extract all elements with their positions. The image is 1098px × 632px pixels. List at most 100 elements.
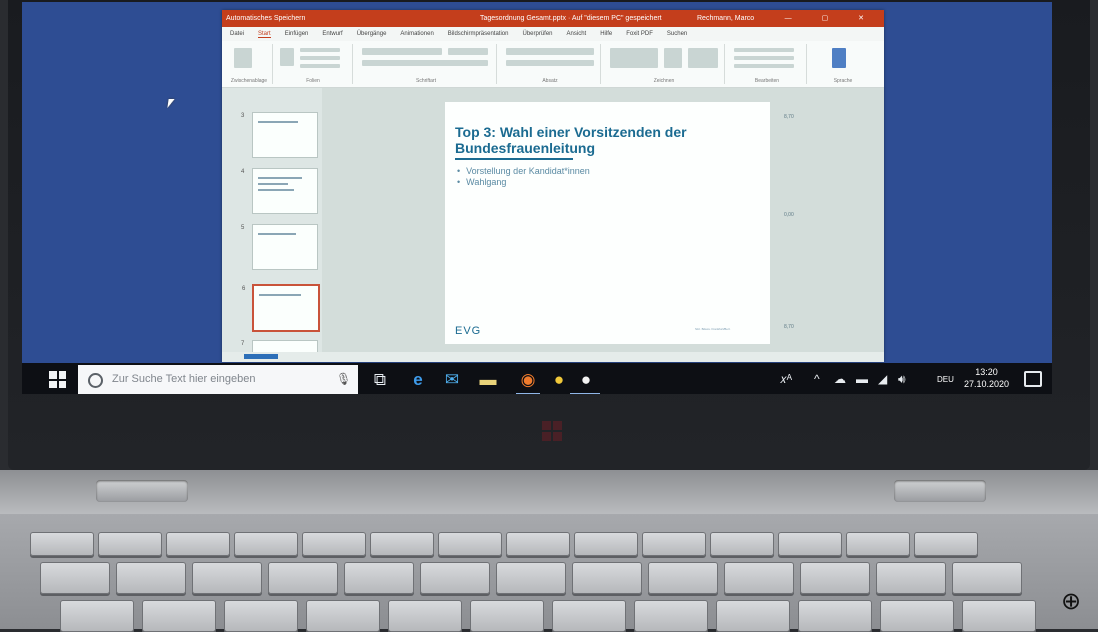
keyboard-key [40, 562, 110, 594]
chevron-up-icon[interactable]: ^ [814, 372, 820, 386]
quick-styles-button[interactable] [688, 48, 718, 68]
font-size-select[interactable] [448, 48, 488, 55]
tab-entwurf[interactable]: Entwurf [322, 31, 342, 37]
thumbnail-text-line [258, 183, 288, 185]
layout-button[interactable] [300, 48, 340, 52]
keyboard-key [574, 532, 638, 556]
browser-icon[interactable]: ● [574, 368, 598, 392]
arrange-button[interactable] [664, 48, 682, 68]
keyboard-key [420, 562, 490, 594]
windows-start-icon[interactable] [49, 371, 66, 388]
zoom-in-icon[interactable]: ⊕ [1058, 589, 1084, 615]
tab-einfügen[interactable]: Einfügen [285, 31, 309, 37]
keyboard-key [306, 600, 380, 632]
wifi-icon[interactable]: ◢ [878, 372, 887, 386]
firefox-icon[interactable]: ◉ [516, 368, 540, 392]
thumbnail-number: 5 [241, 225, 245, 231]
ribbon-group-font: Schriftart [356, 44, 497, 84]
thumbnail-text-line [258, 189, 294, 191]
keyboard-key [388, 600, 462, 632]
tab-datei[interactable]: Datei [230, 31, 244, 37]
autosave-toggle[interactable]: Automatisches Speichern [226, 10, 305, 27]
keyboard-key [344, 562, 414, 594]
tab-überprüfen[interactable]: Überprüfen [522, 31, 552, 37]
keyboard-key [914, 532, 978, 556]
thumbnail-text-line [258, 177, 302, 179]
paragraph-align-buttons[interactable] [506, 60, 594, 66]
reset-button[interactable] [300, 56, 340, 60]
find-button[interactable] [734, 48, 794, 52]
slide-thumbnail[interactable]: 4 [241, 168, 318, 214]
app-icon[interactable]: ● [547, 368, 571, 392]
window-controls[interactable]: — ▢ ✕ [785, 10, 878, 27]
taskbar-clock[interactable]: 13:20 27.10.2020 [964, 366, 1009, 390]
user-name[interactable]: Rechmann, Marco [697, 10, 754, 27]
keyboard-key [470, 600, 544, 632]
evg-logo: EVG [455, 325, 482, 337]
replace-button[interactable] [734, 56, 794, 60]
powerpoint-title-bar: Automatisches Speichern Tagesordnung Ges… [222, 10, 884, 27]
tab-foxit-pdf[interactable]: Foxit PDF [626, 31, 653, 37]
font-name-select[interactable] [362, 48, 442, 55]
thumbnail-text-line [258, 121, 298, 123]
select-button[interactable] [734, 64, 794, 68]
people-icon[interactable]: 𝑥ᴬ [780, 372, 792, 387]
powerpoint-status-bar [222, 352, 884, 362]
tab-übergänge[interactable]: Übergänge [357, 31, 387, 37]
font-format-buttons[interactable] [362, 60, 488, 66]
task-view-icon[interactable]: ⧉ [368, 368, 392, 392]
status-progress [244, 354, 278, 359]
tab-suchen[interactable]: Suchen [667, 31, 687, 37]
paragraph-list-buttons[interactable] [506, 48, 594, 55]
tab-animationen[interactable]: Animationen [400, 31, 433, 37]
running-indicator [570, 393, 600, 394]
slide-thumbnail-selected[interactable]: 6 [242, 284, 320, 332]
tab-ansicht[interactable]: Ansicht [567, 31, 587, 37]
paste-button[interactable] [234, 48, 252, 68]
dictate-button[interactable] [832, 48, 846, 68]
title-underline [455, 158, 573, 160]
file-explorer-icon[interactable]: ▬ [476, 368, 500, 392]
ribbon: Zwischenablage Folien Schriftart Absatz … [222, 41, 884, 88]
keyboard-key [648, 562, 718, 594]
mail-icon[interactable]: ✉ [440, 368, 464, 392]
keyboard-key [192, 562, 262, 594]
slide-thumbnail[interactable]: 3 [241, 112, 318, 158]
tab-hilfe[interactable]: Hilfe [600, 31, 612, 37]
group-label: Schriftart [415, 78, 436, 84]
keyboard-key [572, 562, 642, 594]
notification-icon[interactable] [1024, 371, 1042, 387]
search-icon [88, 373, 103, 388]
ribbon-group-drawing: Zeichnen [604, 44, 725, 84]
bullet-item: Vorstellung der Kandidat*innen [457, 166, 590, 177]
slide-bullet-list[interactable]: Vorstellung der Kandidat*innen Wahlgang [457, 166, 590, 188]
section-button[interactable] [300, 64, 340, 68]
taskbar-search-box[interactable]: Zur Suche Text hier eingeben 🎙 [78, 365, 358, 394]
keyboard-key [30, 532, 94, 556]
language-indicator[interactable]: DEU [937, 375, 954, 384]
keyboard-key [98, 532, 162, 556]
slide-thumbnail[interactable]: 5 [241, 224, 318, 270]
edge-icon[interactable]: e [406, 368, 430, 392]
new-slide-button[interactable] [280, 48, 294, 66]
thumbnail-number: 6 [242, 286, 246, 292]
shapes-gallery[interactable] [610, 48, 658, 68]
ribbon-group-paragraph: Absatz [500, 44, 601, 84]
current-slide[interactable]: Top 3: Wahl einer Vorsitzenden der Bunde… [445, 102, 770, 344]
volume-icon[interactable]: 🔊︎ [898, 372, 906, 387]
slide-thumbnail-pane[interactable]: 3 4 5 6 7 [222, 88, 322, 354]
keyboard-key [166, 532, 230, 556]
keyboard-key [778, 532, 842, 556]
tab-bildschirmpräsentation[interactable]: Bildschirmpräsentation [448, 31, 509, 37]
keyboard-key [880, 600, 954, 632]
slide-title[interactable]: Top 3: Wahl einer Vorsitzenden der Bunde… [455, 124, 755, 156]
onedrive-icon[interactable]: ☁ [834, 372, 846, 386]
keyboard-key [800, 562, 870, 594]
slide-editing-area[interactable]: Top 3: Wahl einer Vorsitzenden der Bunde… [322, 88, 884, 352]
thumbnail-number: 3 [241, 113, 245, 119]
microphone-icon[interactable]: 🎙 [336, 365, 351, 394]
tab-start[interactable]: Start [258, 31, 271, 38]
battery-icon[interactable]: ▬ [856, 372, 868, 386]
thumbnail-number: 4 [241, 169, 245, 175]
desktop-screen: Automatisches Speichern Tagesordnung Ges… [22, 2, 1052, 394]
